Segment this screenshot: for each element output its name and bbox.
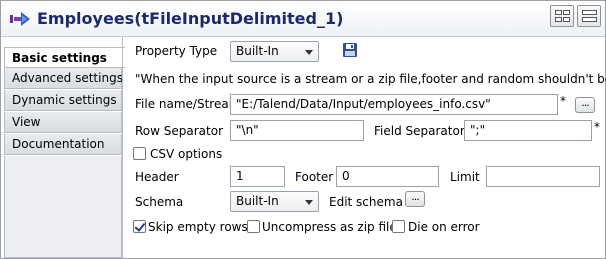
tab-documentation[interactable]: Documentation (4, 134, 122, 155)
limit-input[interactable] (486, 166, 600, 187)
table-view-button[interactable] (550, 5, 574, 27)
filename-input[interactable]: "E:/Talend/Data/Input/employees_info.csv… (230, 94, 558, 115)
uncompress-zip-checkbox[interactable] (247, 220, 260, 233)
tab-advanced-settings[interactable]: Advanced settings (4, 68, 123, 89)
property-type-select[interactable]: Built-In (230, 41, 319, 62)
tab-view[interactable]: View (4, 112, 122, 133)
die-on-error-checkbox[interactable] (392, 220, 405, 233)
property-type-label: Property Type (135, 44, 218, 58)
field-separator-label: Field Separator (374, 124, 465, 138)
csv-options-label: CSV options (150, 147, 223, 161)
header-input[interactable]: 1 (230, 166, 285, 187)
footer-label: Footer (295, 170, 334, 184)
basic-settings-panel: Property Type Built-In "When the input s… (122, 37, 606, 259)
die-on-error-label: Die on error (408, 220, 480, 234)
tab-basic-settings[interactable]: Basic settings (4, 47, 125, 68)
title-bar: Employees(tFileInputDelimited_1) (1, 1, 605, 37)
limit-label: Limit (450, 170, 480, 184)
grid-icon (555, 10, 562, 15)
skip-empty-rows-label: Skip empty rows (148, 220, 248, 234)
list-icon (582, 10, 597, 15)
footer-input[interactable]: 0 (336, 166, 439, 187)
form-view-button[interactable] (577, 5, 601, 27)
chevron-down-icon (305, 50, 313, 55)
edit-schema-button[interactable]: ... (405, 191, 425, 207)
floppy-disk-icon[interactable] (342, 42, 358, 58)
schema-select[interactable]: Built-In (230, 191, 319, 212)
required-star: * (560, 94, 566, 108)
row-separator-input[interactable]: "\n" (230, 120, 364, 141)
skip-empty-rows-checkbox[interactable] (133, 220, 146, 233)
component-view-window: Employees(tFileInputDelimited_1) Basic s… (0, 0, 606, 259)
schema-value: Built-In (236, 194, 279, 208)
tab-dynamic-settings[interactable]: Dynamic settings (4, 90, 122, 111)
window-title: Employees(tFileInputDelimited_1) (37, 9, 344, 28)
csv-options-checkbox[interactable] (133, 147, 146, 160)
header-label: Header (135, 170, 179, 184)
component-arrow-icon (10, 12, 30, 26)
uncompress-zip-label: Uncompress as zip file (262, 220, 397, 234)
chevron-down-icon (305, 200, 313, 205)
browse-file-button[interactable]: ... (575, 97, 595, 113)
settings-sidebar: Basic settings Advanced settings Dynamic… (1, 45, 125, 259)
edit-schema-label: Edit schema (329, 195, 403, 209)
schema-label: Schema (135, 195, 184, 209)
filename-label: File name/Stream (135, 97, 241, 111)
stream-note-text: "When the input source is a stream or a … (135, 72, 606, 86)
row-separator-label: Row Separator (135, 124, 224, 138)
required-star: * (594, 120, 600, 134)
field-separator-input[interactable]: ";" (464, 120, 592, 141)
sidebar-empty-area (4, 156, 122, 258)
property-type-value: Built-In (236, 44, 279, 58)
